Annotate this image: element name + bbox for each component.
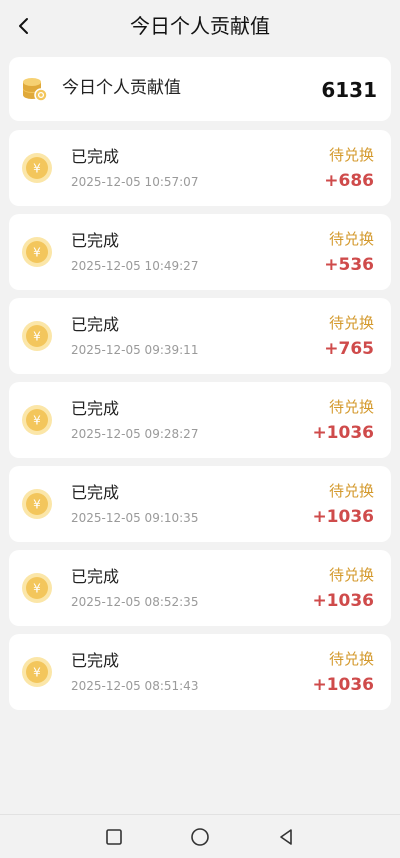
square-icon (106, 829, 122, 845)
record-amount: +765 (324, 339, 374, 359)
yuan-coin-icon: ¥ (22, 321, 52, 351)
record-badge: 待兑换 (328, 146, 374, 164)
record-amount: +1036 (312, 423, 374, 443)
summary-value: 6131 (321, 78, 377, 102)
record-card[interactable]: ¥ 已完成 2025-12-05 09:10:35 待兑换 +1036 (9, 466, 391, 542)
record-badge: 待兑换 (328, 230, 374, 248)
record-card[interactable]: ¥ 已完成 2025-12-05 09:28:27 待兑换 +1036 (9, 382, 391, 458)
svg-text:¥: ¥ (33, 246, 41, 260)
yuan-coin-icon: ¥ (22, 237, 52, 267)
home-button[interactable] (188, 825, 212, 849)
record-amount: +1036 (312, 507, 374, 527)
record-time: 2025-12-05 09:10:35 (71, 511, 199, 525)
record-badge: 待兑换 (328, 566, 374, 584)
record-status: 已完成 (71, 399, 120, 418)
record-time: 2025-12-05 08:52:35 (71, 595, 199, 609)
record-amount: +1036 (312, 675, 374, 695)
header: 今日个人贡献值 (0, 0, 400, 52)
record-amount: +536 (324, 255, 374, 275)
record-status: 已完成 (71, 231, 120, 250)
recent-apps-button[interactable] (102, 825, 126, 849)
svg-text:¥: ¥ (33, 666, 41, 680)
record-amount: +1036 (312, 591, 374, 611)
yuan-coin-icon: ¥ (22, 657, 52, 687)
record-status: 已完成 (71, 651, 120, 670)
record-card[interactable]: ¥ 已完成 2025-12-05 10:57:07 待兑换 +686 (9, 130, 391, 206)
record-badge: 待兑换 (328, 398, 374, 416)
triangle-back-icon (280, 829, 292, 845)
record-time: 2025-12-05 10:57:07 (71, 175, 199, 189)
record-card[interactable]: ¥ 已完成 2025-12-05 08:51:43 待兑换 +1036 (9, 634, 391, 710)
svg-text:¥: ¥ (33, 582, 41, 596)
svg-text:¥: ¥ (33, 330, 41, 344)
system-nav-bar (0, 814, 400, 858)
record-amount: +686 (324, 171, 374, 191)
yuan-coin-icon: ¥ (22, 573, 52, 603)
record-badge: 待兑换 (328, 482, 374, 500)
coin-stack-icon (23, 78, 48, 102)
record-status: 已完成 (71, 147, 120, 166)
contribution-summary-card: 今日个人贡献值 6131 (9, 57, 391, 121)
record-status: 已完成 (71, 315, 120, 334)
yuan-coin-icon: ¥ (22, 405, 52, 435)
record-status: 已完成 (71, 483, 120, 502)
record-card[interactable]: ¥ 已完成 2025-12-05 09:39:11 待兑换 +765 (9, 298, 391, 374)
yuan-coin-icon: ¥ (22, 489, 52, 519)
summary-label: 今日个人贡献值 (62, 78, 181, 98)
yuan-coin-icon: ¥ (22, 153, 52, 183)
back-nav-button[interactable] (274, 825, 298, 849)
record-card[interactable]: ¥ 已完成 2025-12-05 08:52:35 待兑换 +1036 (9, 550, 391, 626)
record-time: 2025-12-05 08:51:43 (71, 679, 199, 693)
record-time: 2025-12-05 09:28:27 (71, 427, 199, 441)
circle-icon (191, 828, 209, 846)
svg-text:¥: ¥ (33, 162, 41, 176)
record-status: 已完成 (71, 567, 120, 586)
page-title: 今日个人贡献值 (130, 14, 270, 38)
record-card[interactable]: ¥ 已完成 2025-12-05 10:49:27 待兑换 +536 (9, 214, 391, 290)
record-time: 2025-12-05 10:49:27 (71, 259, 199, 273)
record-time: 2025-12-05 09:39:11 (71, 343, 199, 357)
record-badge: 待兑换 (328, 314, 374, 332)
svg-text:¥: ¥ (33, 414, 41, 428)
record-list: ¥ 已完成 2025-12-05 10:57:07 待兑换 +686 ¥ 已完成… (9, 130, 391, 718)
record-badge: 待兑换 (328, 650, 374, 668)
svg-text:¥: ¥ (33, 498, 41, 512)
